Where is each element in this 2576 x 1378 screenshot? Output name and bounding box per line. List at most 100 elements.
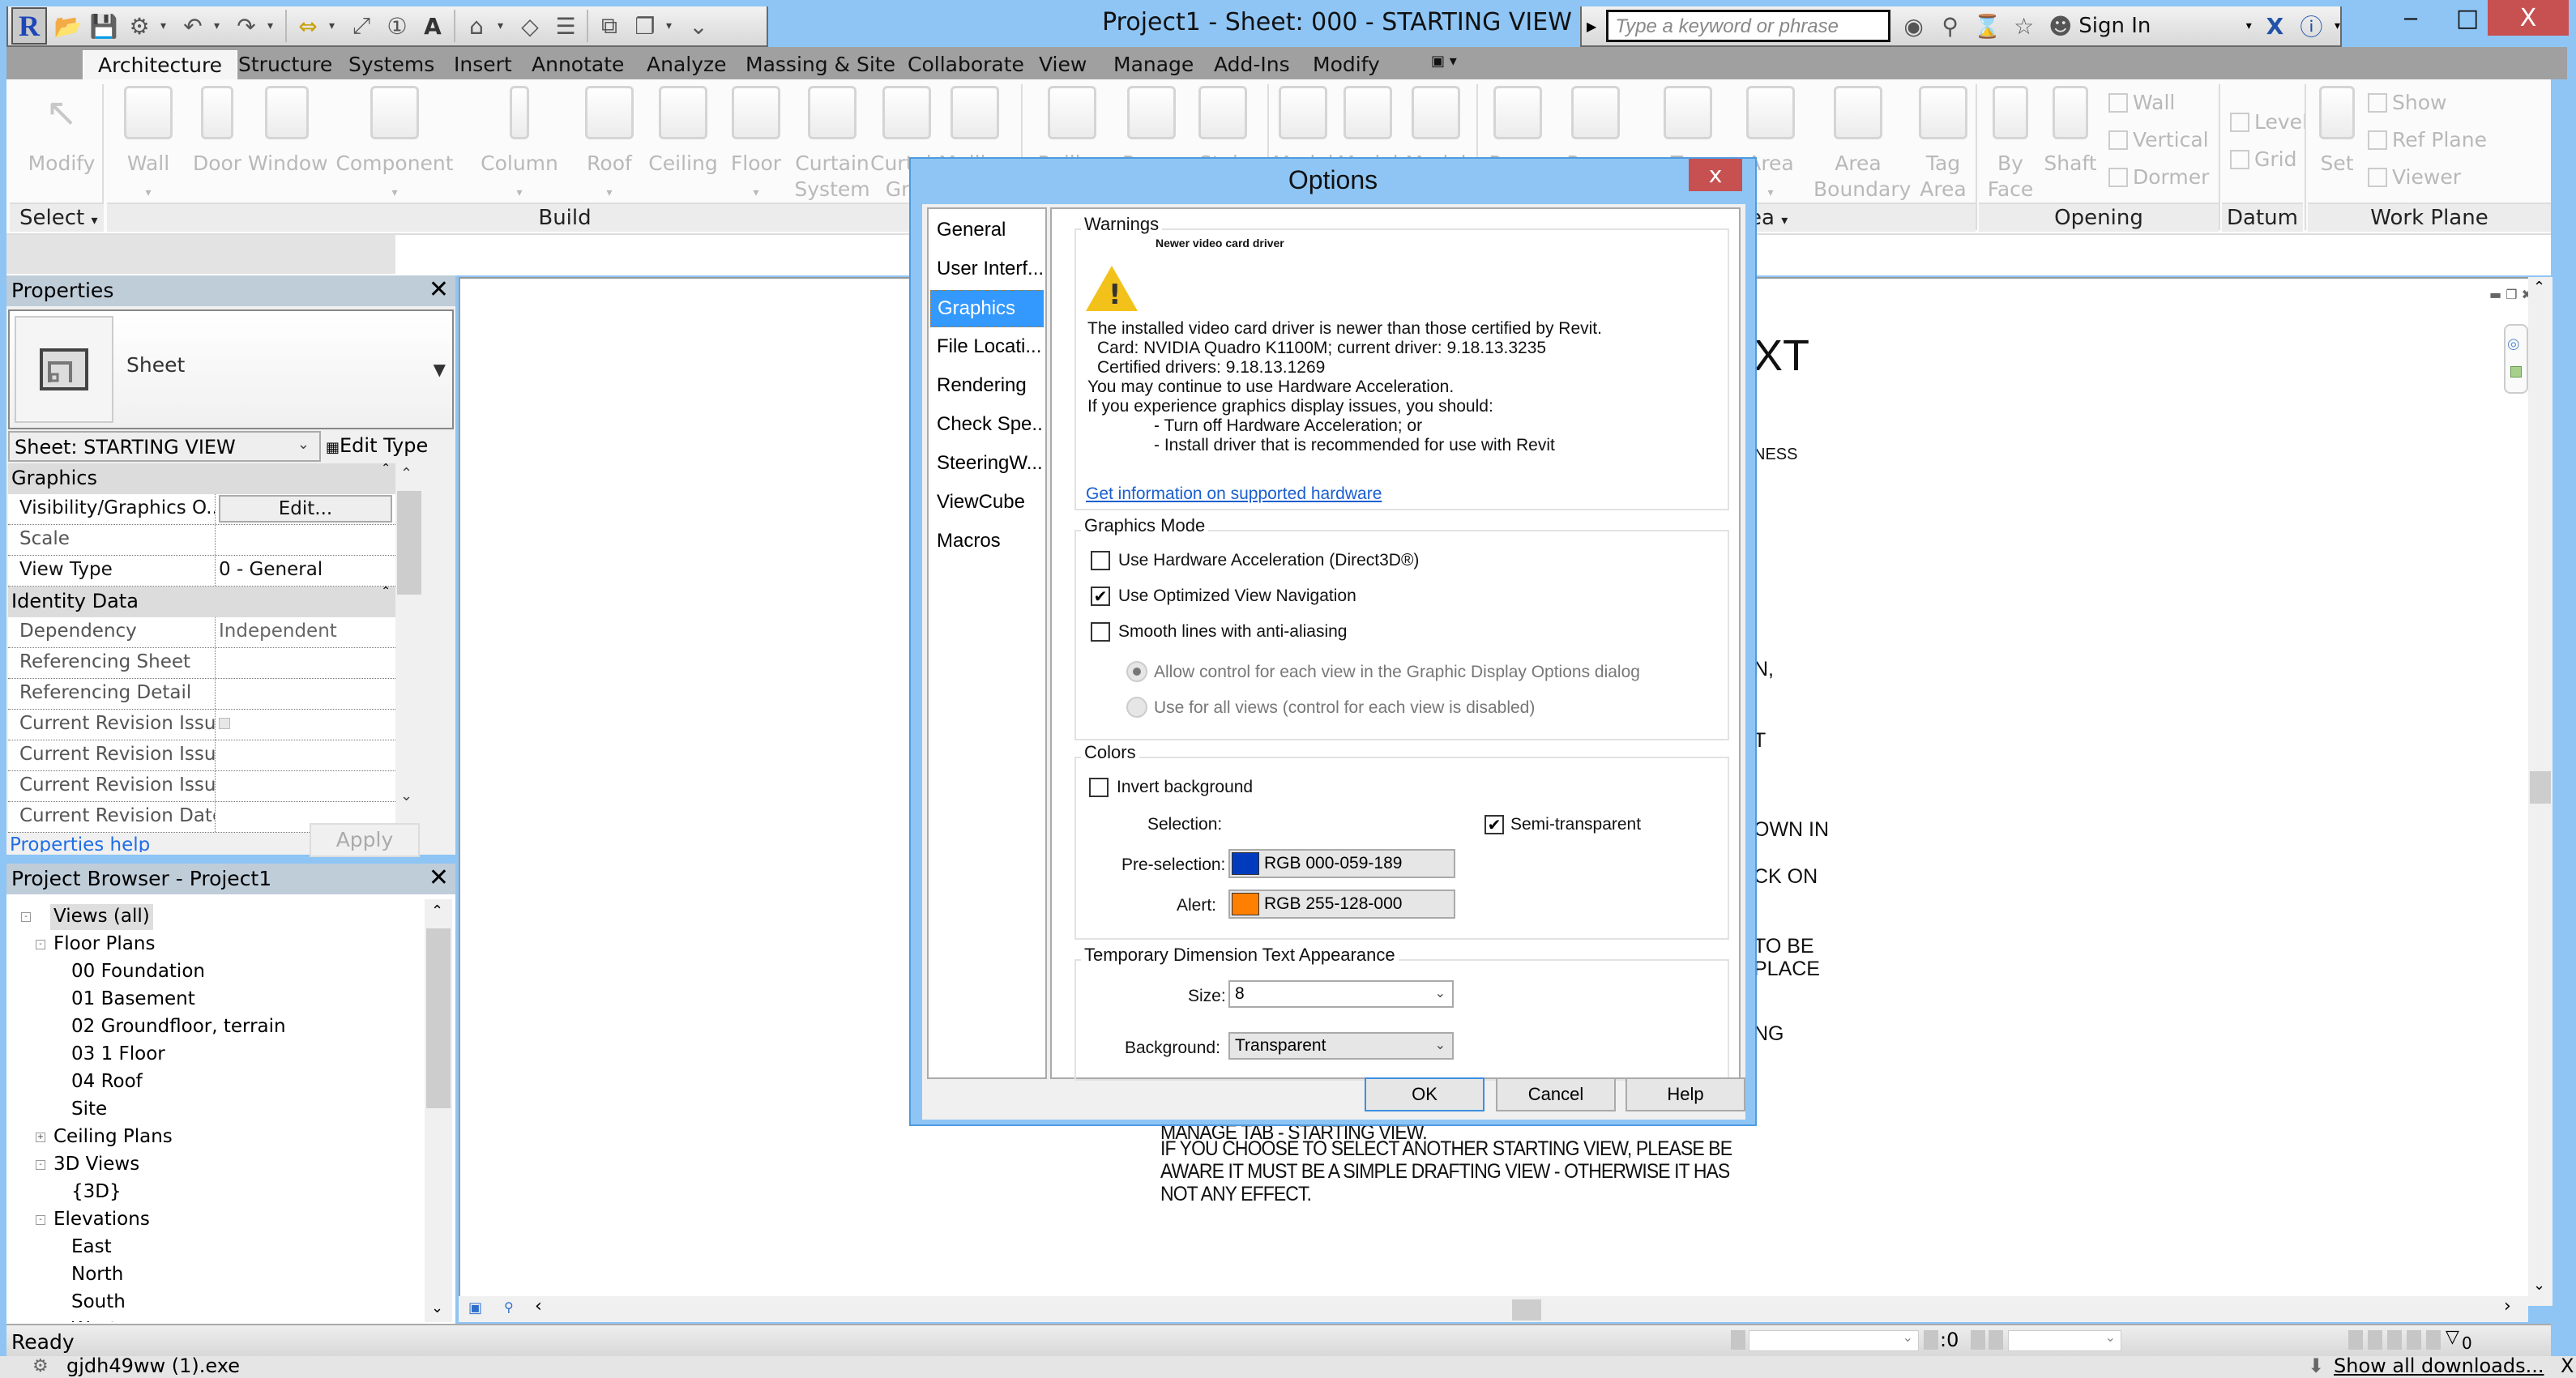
expand-icon[interactable]: + (36, 1133, 45, 1142)
group-identity-data[interactable]: Identity Data ⌃ (8, 585, 395, 617)
by-face-button[interactable]: By Face (1984, 86, 2037, 203)
property-value[interactable]: 0 - General (216, 556, 395, 586)
thin-lines-icon[interactable]: ☰ (551, 11, 580, 41)
help-button[interactable]: Help (1625, 1077, 1745, 1111)
supported-hardware-link[interactable]: Get information on supported hardware (1086, 484, 1382, 504)
type-selector[interactable]: Sheet ▼ (8, 309, 454, 429)
chevron-down-icon[interactable]: ▾ (666, 19, 677, 32)
scrollbar-thumb[interactable] (397, 491, 421, 595)
minimize-button[interactable]: ‒ (2382, 0, 2439, 36)
tree-group[interactable]: Floor Plans (53, 932, 155, 958)
binoculars-icon[interactable]: ◉ (1900, 13, 1927, 40)
tab-manage[interactable]: Manage (1099, 50, 1208, 79)
help-icon[interactable]: ⓘ (2298, 10, 2325, 42)
set-button[interactable]: Set (2313, 86, 2361, 177)
steering-wheel-2d-icon[interactable]: ◎ (2507, 335, 2520, 352)
properties-help-link[interactable]: Properties help (10, 834, 150, 852)
tree-item[interactable]: 04 Roof (71, 1069, 143, 1095)
tab-collaborate[interactable]: Collaborate (893, 50, 1039, 79)
star-icon[interactable]: ☆ (2010, 13, 2037, 40)
roof-button[interactable]: Roof ▾ (579, 86, 640, 206)
redo-icon[interactable]: ↷ (232, 11, 261, 41)
modify-button[interactable]: ↖ Modify (23, 86, 100, 177)
tab-annotate[interactable]: Annotate (517, 50, 639, 79)
nav-viewcube[interactable]: ViewCube (930, 484, 1044, 522)
curtain-system-button[interactable]: Curtain System (794, 86, 870, 203)
minimize-view-icon[interactable]: ▬ (2489, 287, 2501, 302)
nav-check-spelling[interactable]: Check Spe... (930, 407, 1044, 444)
drag-elements-icon[interactable] (2426, 1330, 2441, 1350)
measure-icon[interactable]: ⇔ (293, 11, 323, 41)
tree-item[interactable]: North (71, 1262, 123, 1288)
nav-general[interactable]: General (930, 212, 1044, 250)
show-all-downloads-link[interactable]: Show all downloads... (2334, 1355, 2544, 1377)
revision-issued-checkbox[interactable] (219, 718, 230, 729)
semi-transparent-checkbox[interactable]: ✔ (1485, 815, 1504, 834)
background-dropdown[interactable]: Transparent ⌄ (1228, 1032, 1454, 1060)
alert-color-button[interactable]: RGB 255-128-000 (1228, 890, 1455, 919)
chevron-down-icon[interactable]: ▾ (2335, 19, 2340, 32)
tab-architecture[interactable]: Architecture (83, 50, 238, 79)
sign-in-button[interactable]: Sign In (2078, 14, 2236, 38)
select-underlay-icon[interactable] (2368, 1330, 2382, 1350)
door-button[interactable]: Door (186, 86, 248, 177)
floor-button[interactable]: Floor ▾ (723, 86, 789, 206)
ok-button[interactable]: OK (1365, 1077, 1485, 1111)
editable-only-icon[interactable] (1924, 1330, 1938, 1350)
close-project-browser-button[interactable]: ✕ (429, 864, 449, 892)
chevron-left-icon[interactable]: ‹ (535, 1296, 542, 1316)
chevron-up-icon[interactable]: ⌃ (431, 902, 443, 919)
tab-analyze[interactable]: Analyze (632, 50, 741, 79)
chevron-down-icon[interactable]: ▼ (434, 360, 446, 379)
exclude-options-icon[interactable] (1971, 1330, 1985, 1350)
nav-steering-wheels[interactable]: SteeringW... (930, 446, 1044, 483)
instance-filter-dropdown[interactable]: Sheet: STARTING VIEW ⌄ (8, 431, 321, 462)
chevron-down-icon[interactable]: ▾ (2246, 19, 2252, 32)
tree-item[interactable]: 02 Groundfloor, terrain (71, 1014, 286, 1040)
tree-group[interactable]: 3D Views (53, 1152, 139, 1178)
dimension-icon[interactable]: ⤢ (347, 11, 376, 41)
customize-icon[interactable]: ⌄ (684, 11, 713, 41)
ref-plane-button[interactable]: Ref Plane (2368, 128, 2487, 151)
close-hidden-icon[interactable]: ⧉ (595, 11, 624, 41)
wall-opening-button[interactable]: Wall (2108, 91, 2175, 114)
sync-icon[interactable]: ⚙ (125, 11, 154, 41)
collapse-icon[interactable]: - (36, 940, 45, 949)
tab-modify[interactable]: Modify (1298, 50, 1395, 79)
filter-icon[interactable]: ▽ (2446, 1327, 2459, 1347)
canvas-vertical-scrollbar[interactable]: ⌃ ⌄ (2528, 277, 2553, 1306)
tab-view[interactable]: View (1024, 50, 1101, 79)
property-value[interactable] (216, 525, 395, 555)
show-button[interactable]: Show (2368, 91, 2446, 114)
canvas-horizontal-scrollbar[interactable]: ▣ ⚲ ‹ › (459, 1296, 2528, 1322)
design-options-icon[interactable] (1989, 1330, 2003, 1350)
collapse-icon[interactable]: - (36, 1215, 45, 1225)
collapse-icon[interactable]: - (36, 1160, 45, 1170)
properties-scrollbar[interactable]: ⌃ ⌄ (397, 463, 421, 810)
select-by-face-icon[interactable] (2407, 1330, 2421, 1350)
tab-add-ins[interactable]: Add-Ins (1199, 50, 1305, 79)
tab-massing-site[interactable]: Massing & Site (731, 50, 910, 79)
viewer-button[interactable]: Viewer (2368, 165, 2461, 189)
chevron-down-icon[interactable]: ⌄ (431, 1299, 443, 1316)
select-links-icon[interactable] (2348, 1330, 2363, 1350)
shaft-button[interactable]: Shaft (2042, 86, 2099, 177)
tab-insert[interactable]: Insert (439, 50, 527, 79)
select-pinned-icon[interactable] (2387, 1330, 2402, 1350)
chevron-down-icon[interactable]: ⌄ (2533, 1277, 2545, 1294)
column-button[interactable]: Column ▾ (475, 86, 564, 206)
close-downloads-bar-button[interactable]: X (2561, 1355, 2574, 1377)
tree-item[interactable]: East (71, 1235, 112, 1261)
nav-file-locations[interactable]: File Locati... (930, 329, 1044, 366)
wall-button[interactable]: Wall ▾ (113, 86, 183, 206)
chevron-down-icon[interactable]: ▾ (214, 19, 225, 32)
tree-item[interactable]: 00 Foundation (71, 959, 205, 985)
zoom-region-icon[interactable] (2510, 366, 2522, 378)
3d-view-icon[interactable]: ⌂ (462, 11, 491, 41)
chevron-right-icon[interactable]: › (2504, 1296, 2511, 1316)
section-icon[interactable]: ◇ (515, 11, 545, 41)
tree-item[interactable]: South (71, 1290, 126, 1316)
chevron-down-icon[interactable]: ▾ (498, 19, 509, 32)
nav-graphics[interactable]: Graphics (930, 290, 1044, 327)
tree-group[interactable]: Views (all) (50, 904, 153, 930)
